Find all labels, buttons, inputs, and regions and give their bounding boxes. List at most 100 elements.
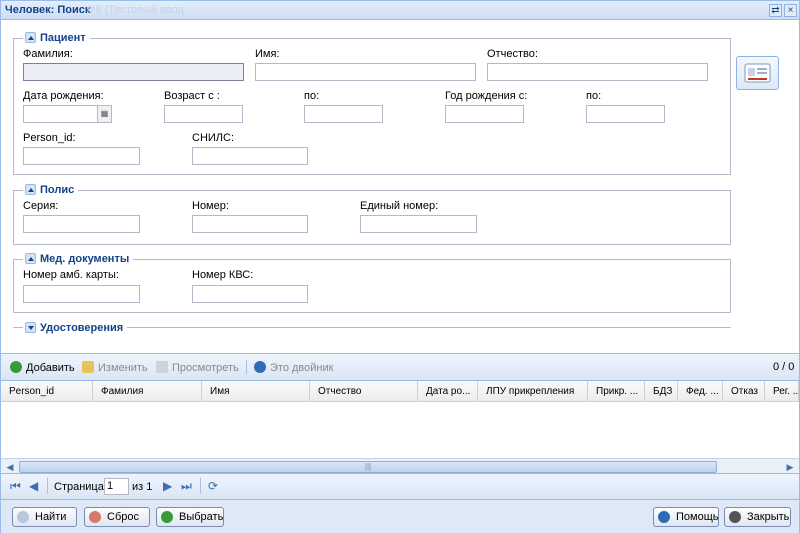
pager-divider — [47, 478, 48, 494]
number-input[interactable] — [192, 215, 308, 233]
find-button[interactable]: Найти — [12, 507, 77, 527]
series-label: Серия: — [23, 200, 59, 212]
close-window-icon[interactable]: × — [784, 4, 797, 17]
column-header[interactable]: Прикр. ... — [588, 381, 645, 402]
column-header[interactable]: Фамилия — [93, 381, 202, 402]
page-count: из 1 — [132, 481, 153, 493]
results-grid: Добавить Изменить Просмотреть Это двойни… — [1, 353, 799, 474]
ids-section-legend[interactable]: Удостоверения — [23, 321, 128, 335]
scroll-left-icon[interactable]: ◀ — [3, 461, 17, 473]
policy-section-title: Полис — [40, 184, 75, 196]
age-to-input[interactable] — [304, 105, 383, 123]
column-header[interactable]: Отчество — [310, 381, 418, 402]
collapse-icon[interactable] — [25, 32, 36, 43]
unified-number-input[interactable] — [360, 215, 477, 233]
first-page-icon[interactable]: ⏮ — [10, 479, 21, 494]
select-label: Выбрать — [179, 511, 224, 523]
number-label: Номер: — [192, 200, 229, 212]
ids-section-title: Удостоверения — [40, 322, 124, 334]
column-header[interactable]: Дата ро... — [418, 381, 478, 402]
grid-header: Person_id Фамилия Имя Отчество Дата ро..… — [1, 381, 799, 402]
find-label: Найти — [35, 511, 67, 523]
surname-input[interactable] — [23, 63, 244, 81]
checkmark-icon — [161, 511, 173, 523]
add-button[interactable]: Добавить — [10, 361, 75, 374]
pager-divider — [200, 478, 201, 494]
play-icon — [254, 361, 266, 373]
birth-date-input[interactable]: ▦ — [23, 105, 112, 123]
person-id-label: Person_id: — [23, 132, 76, 144]
title-bar: Человек: Поиск Ф8 (Тестовый ввод ⇄ × — [1, 1, 799, 20]
grid-toolbar: Добавить Изменить Просмотреть Это двойни… — [1, 354, 799, 381]
birth-date-label: Дата рождения: — [23, 90, 104, 102]
column-header[interactable]: Отказ — [723, 381, 765, 402]
person-id-input[interactable] — [23, 147, 140, 165]
birth-year-from-label: Год рождения с: — [445, 90, 528, 102]
view-label: Просмотреть — [172, 362, 239, 374]
close-label: Закрыть — [747, 511, 790, 523]
birth-year-to-input[interactable] — [586, 105, 665, 123]
help-button[interactable]: Помощь — [653, 507, 719, 527]
age-from-input[interactable] — [164, 105, 243, 123]
record-count: 0 / 0 — [773, 361, 795, 373]
kvs-label: Номер КВС: — [192, 269, 254, 281]
expand-icon[interactable] — [25, 322, 36, 333]
next-page-icon[interactable]: ▶ — [163, 479, 172, 493]
footer: Найти Сброс Выбрать Помощь Закрыть — [1, 499, 799, 533]
collapse-icon[interactable] — [25, 253, 36, 264]
view-button[interactable]: Просмотреть — [156, 361, 239, 374]
series-input[interactable] — [23, 215, 140, 233]
unified-number-label: Единый номер: — [360, 200, 439, 212]
column-header[interactable]: Person_id — [1, 381, 93, 402]
twin-button[interactable]: Это двойник — [254, 361, 333, 374]
calendar-icon[interactable]: ▦ — [97, 106, 111, 122]
reset-button[interactable]: Сброс — [84, 507, 150, 527]
kvs-input[interactable] — [192, 285, 308, 303]
column-header[interactable]: Фед. ... — [678, 381, 723, 402]
refresh-icon[interactable]: ⟳ — [208, 479, 218, 493]
patient-section-legend[interactable]: Пациент — [23, 31, 90, 45]
policy-section-legend[interactable]: Полис — [23, 183, 79, 197]
name-input[interactable] — [255, 63, 476, 81]
snils-input[interactable] — [192, 147, 308, 165]
select-button[interactable]: Выбрать — [156, 507, 224, 527]
amb-card-input[interactable] — [23, 285, 140, 303]
scrollbar-thumb[interactable]: ||| — [19, 461, 717, 473]
page-label: Страница — [54, 481, 104, 493]
collapse-icon[interactable] — [25, 184, 36, 195]
last-page-icon[interactable]: ⏭ — [181, 479, 192, 494]
column-header[interactable]: ЛПУ прикрепления — [478, 381, 588, 402]
surname-label: Фамилия: — [23, 48, 73, 60]
edit-label: Изменить — [98, 362, 148, 374]
amb-card-label: Номер амб. карты: — [23, 269, 119, 281]
pager: ⏮ ◀ Страница 1 из 1 ▶ ⏭ ⟳ — [1, 473, 799, 499]
name-label: Имя: — [255, 48, 280, 60]
horizontal-scrollbar[interactable]: ◀ ||| ▶ — [1, 458, 799, 474]
close-button[interactable]: Закрыть — [724, 507, 791, 527]
column-header[interactable]: Рег. ... — [765, 381, 799, 402]
plus-icon — [10, 361, 22, 373]
edit-button[interactable]: Изменить — [82, 361, 148, 374]
column-header[interactable]: БДЗ — [645, 381, 678, 402]
window-title: Человек: Поиск — [5, 4, 91, 16]
toolbar-divider — [246, 360, 247, 374]
read-card-button[interactable] — [736, 56, 779, 90]
age-from-label: Возраст с : — [164, 90, 220, 102]
close-icon — [729, 511, 741, 523]
refresh-window-icon[interactable]: ⇄ — [769, 4, 782, 17]
med-docs-section-legend[interactable]: Мед. документы — [23, 252, 134, 266]
scroll-right-icon[interactable]: ▶ — [783, 461, 797, 473]
patronymic-label: Отчество: — [487, 48, 538, 60]
search-form: Пациент Фамилия: Имя: Отчество: Дата рож… — [1, 21, 799, 353]
search-icon — [17, 511, 29, 523]
column-header[interactable]: Имя — [202, 381, 310, 402]
search-window: Человек: Поиск Ф8 (Тестовый ввод ⇄ × Пац… — [0, 0, 800, 533]
snils-label: СНИЛС: — [192, 132, 235, 144]
birth-year-from-input[interactable] — [445, 105, 524, 123]
patronymic-input[interactable] — [487, 63, 708, 81]
patient-section-title: Пациент — [40, 32, 86, 44]
page-input[interactable]: 1 — [104, 478, 129, 495]
reset-label: Сброс — [107, 511, 139, 523]
add-label: Добавить — [26, 362, 75, 374]
prev-page-icon[interactable]: ◀ — [29, 479, 38, 493]
